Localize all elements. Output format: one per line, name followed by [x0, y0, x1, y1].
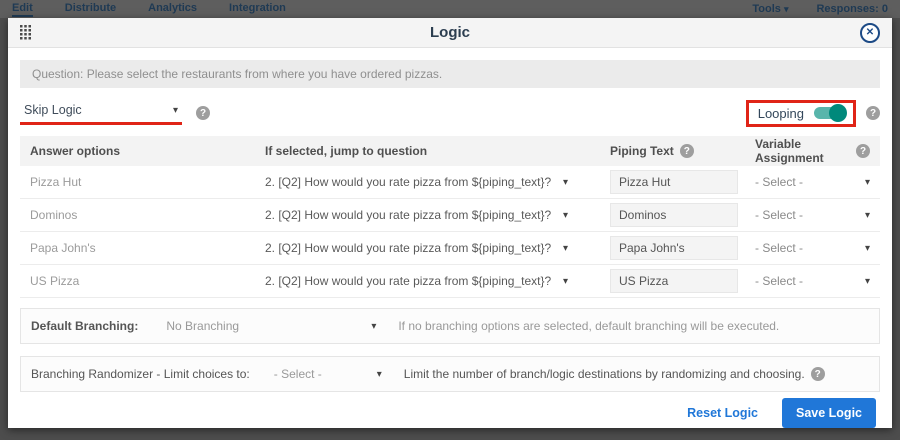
table-row: Dominos 2. [Q2] How would you rate pizza…	[20, 199, 880, 232]
top-menu-bar: Edit Distribute Analytics Integration To…	[0, 0, 900, 18]
table-header-row: Answer options If selected, jump to ques…	[20, 136, 880, 166]
jump-to-value: 2. [Q2] How would you rate pizza from ${…	[265, 274, 551, 288]
variable-assignment-dropdown[interactable]: - Select - ▾	[745, 175, 880, 189]
help-icon[interactable]: ?	[811, 367, 825, 381]
chevron-down-icon: ▾	[173, 105, 178, 116]
question-context-bar: Question: Please select the restaurants …	[20, 60, 880, 88]
jump-to-value: 2. [Q2] How would you rate pizza from ${…	[265, 208, 551, 222]
menu-item-analytics[interactable]: Analytics	[148, 2, 197, 17]
piping-text-input[interactable]	[610, 170, 738, 194]
table-row: US Pizza 2. [Q2] How would you rate pizz…	[20, 265, 880, 298]
jump-to-value: 2. [Q2] How would you rate pizza from ${…	[265, 241, 551, 255]
chevron-down-icon: ▾	[563, 210, 568, 221]
col-header-piping: Piping Text ?	[600, 144, 745, 158]
menu-item-edit[interactable]: Edit	[12, 2, 33, 17]
default-branching-value: No Branching	[166, 319, 239, 333]
answer-option-label: US Pizza	[20, 274, 255, 288]
variable-assignment-dropdown[interactable]: - Select - ▾	[745, 274, 880, 288]
tools-dropdown[interactable]: Tools ▾	[752, 3, 788, 16]
logic-type-value: Skip Logic	[24, 103, 82, 117]
logic-modal: Logic ✕ Question: Please select the rest…	[8, 18, 892, 428]
looping-annotation-box: Looping	[746, 100, 856, 127]
piping-text-input[interactable]	[610, 203, 738, 227]
branching-randomizer-label: Branching Randomizer - Limit choices to:	[31, 367, 250, 381]
variable-value: - Select -	[755, 175, 803, 189]
table-row: Pizza Hut 2. [Q2] How would you rate piz…	[20, 166, 880, 199]
jump-to-dropdown[interactable]: 2. [Q2] How would you rate pizza from ${…	[255, 241, 600, 255]
jump-to-dropdown[interactable]: 2. [Q2] How would you rate pizza from ${…	[255, 274, 600, 288]
modal-header: Logic ✕	[8, 18, 892, 48]
answer-option-label: Papa John's	[20, 241, 255, 255]
menu-item-distribute[interactable]: Distribute	[65, 2, 116, 17]
reset-logic-button[interactable]: Reset Logic	[687, 406, 758, 420]
tools-label: Tools	[752, 3, 781, 15]
main-menu: Edit Distribute Analytics Integration	[12, 2, 286, 17]
variable-value: - Select -	[755, 274, 803, 288]
default-branching-dropdown[interactable]: No Branching ▾	[166, 319, 376, 333]
chevron-down-icon: ▾	[371, 321, 376, 332]
variable-assignment-dropdown[interactable]: - Select - ▾	[745, 241, 880, 255]
branching-randomizer-value: - Select -	[274, 367, 322, 381]
chevron-down-icon: ▾	[865, 276, 870, 287]
logic-type-dropdown[interactable]: Skip Logic ▾	[20, 101, 182, 125]
table-row: Papa John's 2. [Q2] How would you rate p…	[20, 232, 880, 265]
page-title: Logic	[8, 24, 892, 41]
modal-footer: Reset Logic Save Logic	[20, 398, 880, 428]
close-icon[interactable]: ✕	[860, 23, 880, 43]
looping-label: Looping	[758, 106, 804, 121]
chevron-down-icon: ▾	[377, 369, 382, 380]
default-branching-note: If no branching options are selected, de…	[398, 319, 779, 333]
branching-randomizer-dropdown[interactable]: - Select - ▾	[274, 367, 382, 381]
chevron-down-icon: ▾	[865, 177, 870, 188]
chevron-down-icon: ▾	[865, 243, 870, 254]
chevron-down-icon: ▾	[563, 177, 568, 188]
piping-text-input[interactable]	[610, 236, 738, 260]
branching-randomizer-note: Limit the number of branch/logic destina…	[404, 367, 825, 381]
jump-to-dropdown[interactable]: 2. [Q2] How would you rate pizza from ${…	[255, 208, 600, 222]
help-icon[interactable]: ?	[196, 106, 210, 120]
chevron-down-icon: ▾	[784, 4, 789, 14]
variable-assignment-dropdown[interactable]: - Select - ▾	[745, 208, 880, 222]
answer-option-label: Pizza Hut	[20, 175, 255, 189]
col-header-variable: Variable Assignment ?	[745, 137, 880, 165]
branching-randomizer-section: Branching Randomizer - Limit choices to:…	[20, 356, 880, 392]
col-header-jump: If selected, jump to question	[255, 144, 600, 158]
col-header-answer: Answer options	[20, 144, 255, 158]
help-icon[interactable]: ?	[680, 144, 694, 158]
chevron-down-icon: ▾	[865, 210, 870, 221]
note-text: Limit the number of branch/logic destina…	[404, 367, 805, 381]
answer-option-label: Dominos	[20, 208, 255, 222]
save-logic-button[interactable]: Save Logic	[782, 398, 876, 428]
piping-text-input[interactable]	[610, 269, 738, 293]
help-icon[interactable]: ?	[866, 106, 880, 120]
default-branching-label: Default Branching:	[31, 319, 138, 333]
variable-value: - Select -	[755, 241, 803, 255]
variable-value: - Select -	[755, 208, 803, 222]
jump-to-value: 2. [Q2] How would you rate pizza from ${…	[265, 175, 551, 189]
default-branching-section: Default Branching: No Branching ▾ If no …	[20, 308, 880, 344]
responses-count: Responses: 0	[816, 3, 888, 15]
chevron-down-icon: ▾	[563, 276, 568, 287]
menu-item-integration[interactable]: Integration	[229, 2, 286, 17]
skip-logic-table: Answer options If selected, jump to ques…	[20, 136, 880, 298]
jump-to-dropdown[interactable]: 2. [Q2] How would you rate pizza from ${…	[255, 175, 600, 189]
toggle-knob	[829, 104, 847, 122]
looping-toggle[interactable]	[814, 107, 844, 119]
help-icon[interactable]: ?	[856, 144, 870, 158]
chevron-down-icon: ▾	[563, 243, 568, 254]
